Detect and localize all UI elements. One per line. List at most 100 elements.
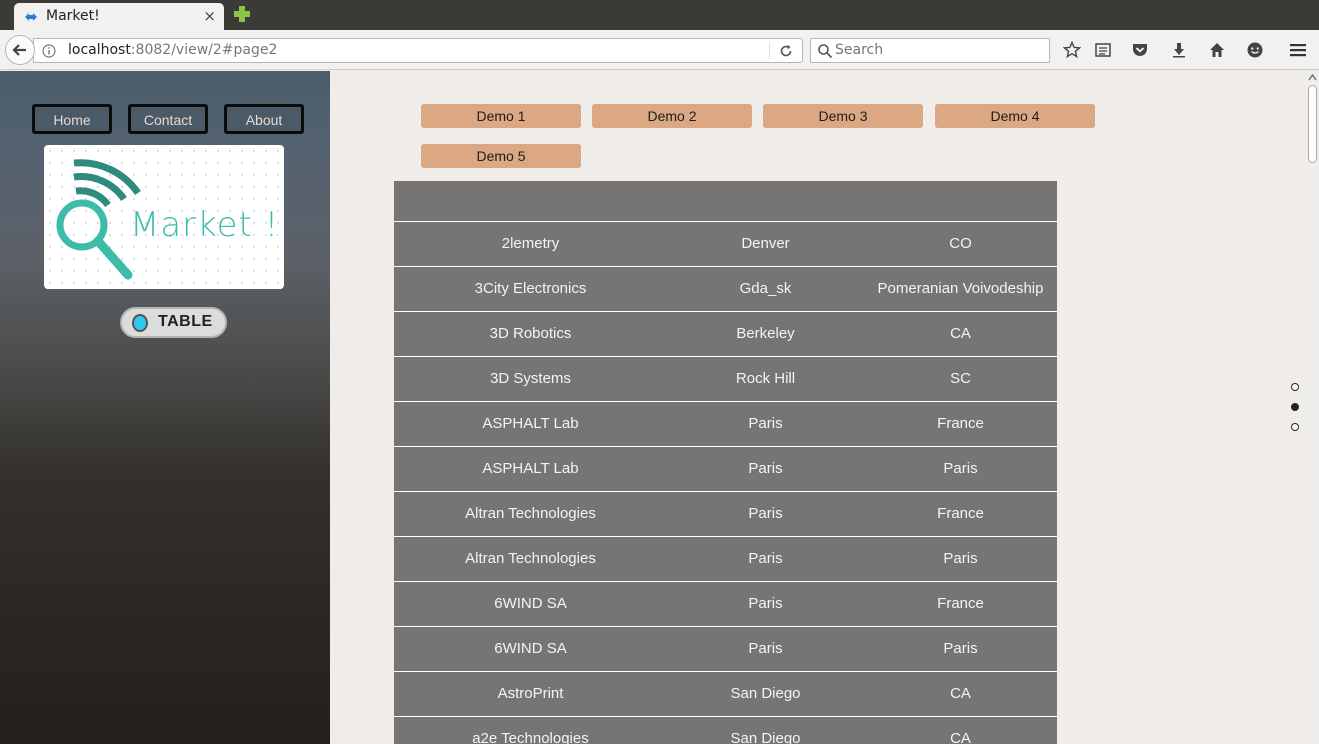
scroll-up-arrow-icon[interactable] xyxy=(1308,73,1317,81)
home-button[interactable]: Home xyxy=(32,104,112,134)
company-cell: a2e Technologies xyxy=(472,730,589,744)
company-cell: ASPHALT Lab xyxy=(482,460,579,477)
region-cell: CA xyxy=(950,730,971,744)
city-cell: Berkeley xyxy=(736,325,795,342)
company-cell: AstroPrint xyxy=(497,685,564,702)
tab-title: Market! xyxy=(46,8,100,24)
market-logo: Market ! xyxy=(44,145,284,289)
header-cell xyxy=(864,181,1057,221)
page-dot-1[interactable] xyxy=(1291,383,1299,391)
region-cell: Paris xyxy=(943,640,978,657)
data-table: 2lemetry Denver CO 3City Electronics Gda_sk… xyxy=(394,181,1057,744)
city-cell: Paris xyxy=(748,505,783,522)
table-row: 3D Systems Rock Hill SC xyxy=(394,356,1057,401)
url-bar[interactable]: localhost:8082/view/2#page2 xyxy=(33,38,803,63)
table-row: ASPHALT Lab Paris Paris xyxy=(394,446,1057,491)
city-cell: Paris xyxy=(748,640,783,657)
table-row: 6WIND SA Paris France xyxy=(394,581,1057,626)
table-header-row xyxy=(394,181,1057,221)
company-cell: 6WIND SA xyxy=(494,595,567,612)
region-cell: France xyxy=(937,505,984,522)
back-button[interactable] xyxy=(5,35,35,65)
scrollbar-thumb[interactable] xyxy=(1308,85,1317,163)
vertical-scrollbar[interactable] xyxy=(1306,71,1319,744)
company-cell: Altran Technologies xyxy=(465,505,596,522)
table-row: a2e Technologies San Diego CA xyxy=(394,716,1057,744)
city-cell: San Diego xyxy=(730,730,801,744)
browser-tab[interactable]: Market! × xyxy=(14,3,224,30)
info-icon[interactable] xyxy=(42,44,56,58)
table-row: 2lemetry Denver CO xyxy=(394,221,1057,266)
table-row: Altran Technologies Paris Paris xyxy=(394,536,1057,581)
city-cell: Denver xyxy=(741,235,790,252)
downloads-icon[interactable] xyxy=(1170,41,1188,59)
city-cell: Gda_sk xyxy=(739,280,792,297)
city-cell: Paris xyxy=(748,460,783,477)
region-cell: CO xyxy=(949,235,972,252)
bookmark-star-icon[interactable] xyxy=(1063,41,1081,59)
reading-list-icon[interactable] xyxy=(1094,41,1112,59)
company-cell: 3D Systems xyxy=(490,370,571,387)
site-favicon-icon xyxy=(25,13,37,21)
table-row: 3City Electronics Gda_sk Pomeranian Voivod… xyxy=(394,266,1057,311)
hello-chat-icon[interactable] xyxy=(1246,41,1264,59)
pocket-icon[interactable] xyxy=(1131,41,1149,59)
url-host: localhost xyxy=(68,42,131,58)
region-cell: CA xyxy=(950,685,971,702)
region-cell: Pomeranian Voivodeship xyxy=(877,280,1044,297)
home-icon[interactable] xyxy=(1208,41,1226,59)
page-dot-2-active[interactable] xyxy=(1291,403,1299,411)
demo-3-button[interactable]: Demo 3 xyxy=(763,104,923,128)
company-cell: 3D Robotics xyxy=(489,325,572,342)
city-cell: Paris xyxy=(748,595,783,612)
region-cell: CA xyxy=(950,325,971,342)
tab-bar: Market! × xyxy=(0,0,1319,30)
demo-2-button[interactable]: Demo 2 xyxy=(592,104,752,128)
magnifier-wifi-logo-icon xyxy=(56,159,141,280)
url-path: :8082/view/2#page2 xyxy=(130,42,278,58)
search-input[interactable] xyxy=(835,42,1035,58)
city-cell: Paris xyxy=(748,415,783,432)
back-arrow-icon xyxy=(12,44,26,56)
tab-close-icon[interactable]: × xyxy=(203,7,216,25)
header-cell xyxy=(394,181,667,221)
navigation-toolbar: localhost:8082/view/2#page2 xyxy=(0,30,1319,70)
company-cell: 2lemetry xyxy=(501,235,560,252)
search-bar[interactable] xyxy=(810,38,1050,63)
region-cell: SC xyxy=(950,370,971,387)
logo-text: Market ! xyxy=(130,205,280,245)
reload-icon[interactable] xyxy=(778,43,794,59)
city-cell: San Diego xyxy=(730,685,801,702)
city-cell: Paris xyxy=(748,550,783,567)
table-row: 6WIND SA Paris Paris xyxy=(394,626,1057,671)
search-icon xyxy=(818,44,833,59)
toggle-indicator xyxy=(132,314,148,332)
sidebar: Home Contact About Market ! TABLE xyxy=(0,71,330,744)
about-button[interactable]: About xyxy=(224,104,304,134)
region-cell: France xyxy=(937,595,984,612)
city-cell: Rock Hill xyxy=(735,370,796,387)
header-cell xyxy=(667,181,864,221)
region-cell: France xyxy=(937,415,984,432)
table-toggle[interactable]: TABLE xyxy=(120,307,227,338)
company-cell: 6WIND SA xyxy=(494,640,567,657)
demo-4-button[interactable]: Demo 4 xyxy=(935,104,1095,128)
url-separator xyxy=(769,43,770,59)
table-row: 3D Robotics Berkeley CA xyxy=(394,311,1057,356)
demo-1-button[interactable]: Demo 1 xyxy=(421,104,581,128)
url-text[interactable]: localhost:8082/view/2#page2 xyxy=(68,42,277,58)
demo-5-button[interactable]: Demo 5 xyxy=(421,144,581,168)
company-cell: Altran Technologies xyxy=(465,550,596,567)
page-dot-3[interactable] xyxy=(1291,423,1299,431)
region-cell: Paris xyxy=(943,550,978,567)
table-row: AstroPrint San Diego CA xyxy=(394,671,1057,716)
toggle-label: TABLE xyxy=(158,313,213,330)
contact-button[interactable]: Contact xyxy=(128,104,208,134)
company-cell: 3City Electronics xyxy=(474,280,587,297)
table-row: ASPHALT Lab Paris France xyxy=(394,401,1057,446)
new-tab-icon[interactable] xyxy=(233,5,251,23)
region-cell: Paris xyxy=(943,460,978,477)
company-cell: ASPHALT Lab xyxy=(482,415,579,432)
hamburger-menu-icon[interactable] xyxy=(1289,41,1307,59)
table-row: Altran Technologies Paris France xyxy=(394,491,1057,536)
